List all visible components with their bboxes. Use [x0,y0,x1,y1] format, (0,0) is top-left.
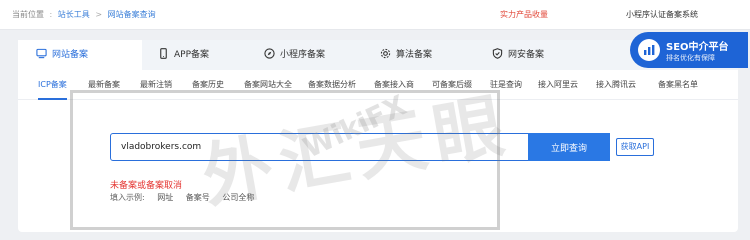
subnav-available-suffix[interactable]: 可备案后缀 [432,70,472,100]
tab-mini-program-filing[interactable]: 小程序备案 [264,40,325,70]
promo-link[interactable]: 实力产品收量 [500,0,548,30]
tab-label: 网站备案 [52,50,89,60]
examples-prefix: 填入示例: [110,193,145,202]
seo-title: SEO中介平台 [666,42,729,53]
tab-label: 小程序备案 [280,50,326,60]
example-hints: 填入示例: 网址 备案号 公司全称 [110,192,264,203]
sub-navigation: ICP备案 最新备案 最新注销 备案历史 备案网站大全 备案数据分析 备案接入商… [18,70,738,100]
tab-security-filing[interactable]: 网安备案 [492,40,544,70]
subnav-latest-cancel[interactable]: 最新注销 [140,70,172,100]
chart-icon [638,39,660,61]
monitor-icon [36,48,47,59]
main-card: 网站备案 APP备案 小程序备案 算法备案 网安备案 ICP备案 最新备案 最新… [18,40,738,232]
breadcrumb-separator: > [95,10,103,19]
subnav-data-analysis[interactable]: 备案数据分析 [308,70,356,100]
breadcrumb: 当前位置 : 站长工具 > 网站备案查询 [12,0,156,30]
subnav-site-directory[interactable]: 备案网站大全 [244,70,292,100]
seo-platform-badge[interactable]: SEO中介平台 排名优化有保障 [630,32,748,68]
tab-app-filing[interactable]: APP备案 [158,40,209,70]
subnav-aliyun[interactable]: 接入阿里云 [538,70,578,100]
tab-label: 网安备案 [508,50,545,60]
subnav-blacklist[interactable]: 备案黑名单 [658,70,698,100]
search-box [110,133,594,161]
example-company-name[interactable]: 公司全称 [222,193,254,202]
tab-algorithm-filing[interactable]: 算法备案 [380,40,432,70]
subnav-filing-history[interactable]: 备案历史 [192,70,224,100]
breadcrumb-prefix: 当前位置 [12,10,44,19]
result-status: 未备案或备案取消 [110,181,183,191]
tab-label: 算法备案 [396,50,433,60]
subnav-latest-filing[interactable]: 最新备案 [88,70,120,100]
subnav-icp[interactable]: ICP备案 [38,70,67,100]
breadcrumb-separator: : [49,10,53,19]
gear-icon [380,48,391,59]
example-url[interactable]: 网址 [157,193,173,202]
subnav-query[interactable]: 驻是查询 [490,70,522,100]
domain-search-input[interactable] [111,134,593,160]
mini-program-link[interactable]: 小程序认证备案系统 [626,0,698,30]
breadcrumb-item-tools[interactable]: 站长工具 [58,10,90,19]
example-filing-number[interactable]: 备案号 [186,193,210,202]
compass-icon [264,48,275,59]
phone-icon [160,48,167,59]
subnav-tencent-cloud[interactable]: 接入腾讯云 [596,70,636,100]
seo-subtitle: 排名优化有保障 [666,54,715,62]
top-bar: 当前位置 : 站长工具 > 网站备案查询 实力产品收量 小程序认证备案系统 [0,0,750,30]
get-api-button[interactable]: 获取API [616,138,654,156]
tab-website-filing[interactable]: 网站备案 [18,40,142,70]
query-button[interactable]: 立即查询 [528,133,610,161]
tab-label: APP备案 [174,50,210,60]
subnav-access-provider[interactable]: 备案接入商 [374,70,414,100]
breadcrumb-item-current[interactable]: 网站备案查询 [108,10,156,19]
shield-icon [492,48,503,59]
